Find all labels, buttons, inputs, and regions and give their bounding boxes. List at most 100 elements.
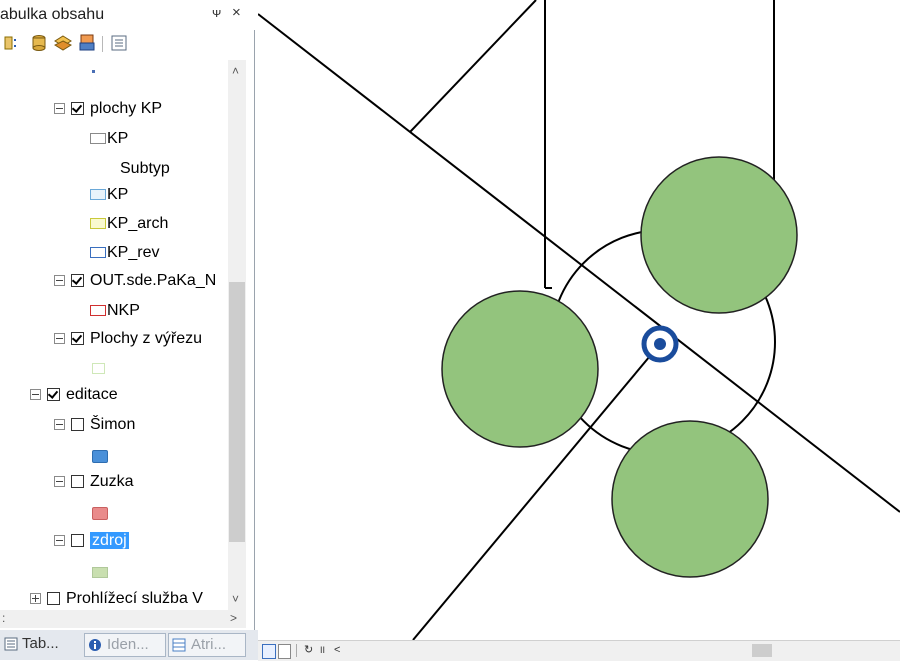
collapse-icon[interactable] — [54, 103, 65, 115]
toc-horizontal-scrollbar[interactable]: : > — [0, 610, 246, 628]
map-scroll-thumb[interactable] — [752, 644, 772, 657]
legend-item-nkp: NKP — [90, 298, 140, 324]
map-circle-feature[interactable] — [640, 156, 798, 314]
collapse-icon[interactable] — [54, 275, 65, 287]
status-divider — [296, 644, 297, 657]
vertex-center-dot — [654, 338, 666, 350]
legend-symbol — [92, 363, 105, 375]
map-line-upper — [409, 0, 537, 133]
attributes-icon — [172, 638, 186, 652]
legend-subtyp: Subtyp — [120, 156, 170, 182]
scroll-up-icon[interactable]: ˄ — [232, 64, 239, 78]
options-icon[interactable] — [110, 34, 128, 52]
toc-toolbar — [0, 30, 255, 58]
legend-symbol — [92, 450, 108, 464]
toc-title-bar: abulka obsahu ᴪ × — [0, 0, 255, 30]
map-line-diagonal — [258, 13, 900, 513]
list-by-source-icon[interactable] — [30, 34, 48, 52]
data-view-icon[interactable] — [262, 644, 276, 659]
dock-tabs: Tab... Iden... Atri... — [0, 630, 258, 660]
legend-item-simon — [92, 444, 109, 470]
tab-identify[interactable]: Iden... — [84, 633, 166, 657]
toc-layer-list: plochy KP KP Subtyp KP KP_arch KP_rev OU… — [0, 60, 228, 610]
scroll-left-icon[interactable]: : — [2, 611, 5, 625]
layer-checkbox[interactable] — [47, 592, 60, 606]
tab-label: Atri... — [191, 636, 227, 653]
close-icon[interactable]: × — [232, 4, 241, 21]
layer-simon[interactable]: Šimon — [54, 412, 135, 438]
scrollbar-thumb[interactable] — [229, 282, 245, 542]
layer-label: Plochy z výřezu — [90, 330, 203, 347]
scroll-right-icon[interactable]: > — [230, 611, 237, 625]
identify-icon — [89, 639, 101, 651]
layer-label: plochy KP — [90, 100, 163, 117]
legend-item-vyrez — [92, 356, 106, 382]
expand-icon[interactable] — [30, 593, 41, 605]
toolbar-divider — [102, 36, 103, 52]
table-of-contents-panel: abulka obsahu ᴪ × plochy KP KP Subtyp KP… — [0, 0, 255, 660]
layer-label[interactable]: zdroj — [90, 532, 129, 549]
legend-item-kp-arch: KP_arch — [90, 211, 168, 237]
legend-symbol — [90, 247, 106, 259]
list-by-selection-icon[interactable] — [78, 34, 96, 52]
collapse-icon[interactable] — [54, 419, 65, 431]
map-view[interactable] — [258, 0, 900, 640]
layer-label: Zuzka — [90, 473, 134, 490]
legend-label: KP_arch — [107, 215, 169, 232]
table-of-contents-icon — [4, 637, 18, 651]
scroll-down-icon[interactable]: ˅ — [232, 592, 239, 606]
legend-item-kp-rev: KP_rev — [90, 240, 159, 266]
collapse-icon[interactable] — [54, 333, 65, 345]
map-circle-feature[interactable] — [441, 290, 599, 448]
legend-symbol — [90, 305, 106, 317]
legend-label: Subtyp — [120, 160, 170, 177]
tab-attributes[interactable]: Atri... — [168, 633, 246, 657]
legend-symbol — [90, 189, 106, 201]
layer-zdroj[interactable]: zdroj — [54, 528, 129, 554]
scroll-left-icon[interactable]: < — [334, 644, 340, 657]
layer-zuzka[interactable]: Zuzka — [54, 469, 134, 495]
legend-symbol — [92, 567, 108, 579]
legend-symbol — [90, 218, 106, 230]
layer-out-sde[interactable]: OUT.sde.PaKa_N — [54, 268, 216, 294]
toc-title: abulka obsahu — [0, 6, 105, 23]
list-by-drawing-order-icon[interactable] — [4, 34, 22, 52]
toc-vertical-scrollbar[interactable]: ˄ ˅ — [228, 60, 246, 610]
legend-item-zdroj — [92, 560, 109, 586]
legend-symbol — [92, 507, 108, 521]
list-by-visibility-icon[interactable] — [54, 34, 72, 52]
layer-checkbox[interactable] — [47, 388, 60, 402]
pin-icon[interactable]: ᴪ — [212, 5, 221, 20]
layer-label: OUT.sde.PaKa_N — [90, 272, 217, 289]
tab-label: Iden... — [107, 636, 149, 653]
collapse-icon[interactable] — [54, 535, 65, 547]
legend-label: KP_rev — [107, 244, 160, 261]
layout-view-icon[interactable] — [278, 644, 291, 659]
legend-label: KP — [107, 186, 129, 203]
legend-label: KP — [107, 130, 129, 147]
layer-group-editace[interactable]: editace — [30, 382, 118, 408]
legend-symbol — [90, 133, 106, 145]
map-circle-feature[interactable] — [611, 420, 769, 578]
layer-checkbox[interactable] — [71, 274, 84, 288]
tab-table-of-contents[interactable]: Tab... — [2, 633, 80, 657]
map-canvas[interactable] — [258, 0, 900, 640]
layer-label: editace — [66, 386, 118, 403]
layer-marker — [92, 70, 95, 73]
layer-checkbox[interactable] — [71, 332, 84, 346]
legend-item-kp-1: KP — [90, 126, 128, 152]
collapse-icon[interactable] — [54, 476, 65, 488]
layer-checkbox[interactable] — [71, 475, 84, 489]
map-status-bar: ↻ II < — [258, 640, 900, 661]
layer-prohlizeci-sluzba[interactable]: Prohlížecí služba V — [30, 586, 203, 610]
pause-icon[interactable]: II — [320, 644, 325, 657]
layer-checkbox[interactable] — [71, 102, 84, 116]
collapse-icon[interactable] — [30, 389, 41, 401]
legend-item-kp-2: KP — [90, 182, 128, 208]
layer-checkbox[interactable] — [71, 534, 84, 548]
layer-plochy-z-vyrezu[interactable]: Plochy z výřezu — [54, 326, 202, 352]
refresh-icon[interactable]: ↻ — [304, 644, 313, 657]
layer-plochy-kp[interactable]: plochy KP — [54, 96, 162, 122]
tab-label: Tab... — [22, 635, 59, 652]
layer-checkbox[interactable] — [71, 418, 84, 432]
